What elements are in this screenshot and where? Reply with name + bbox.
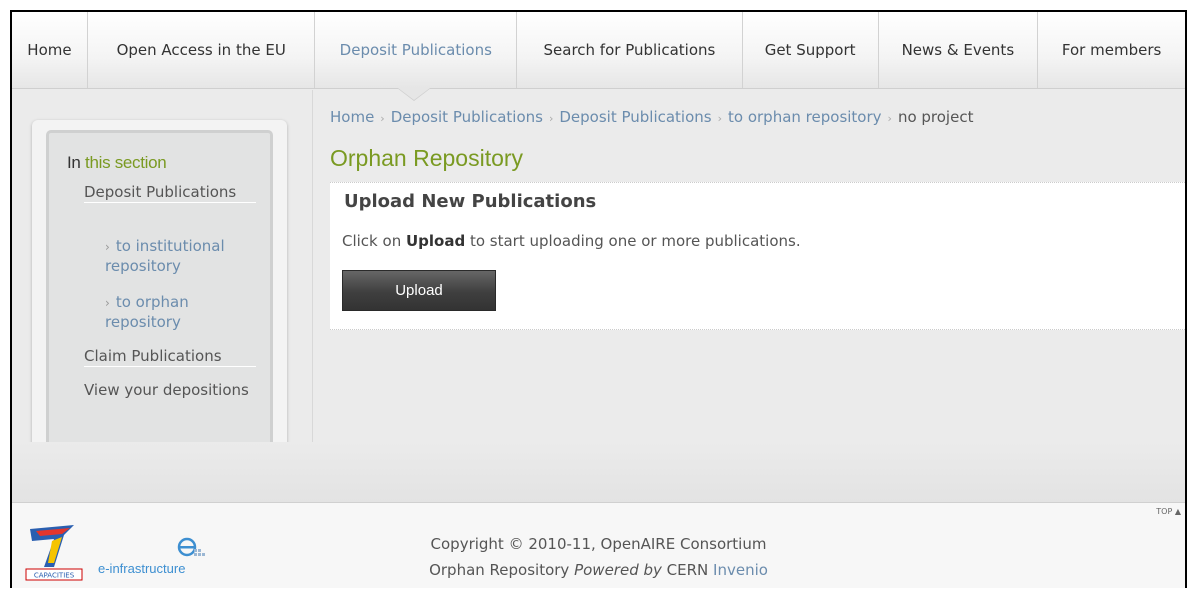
breadcrumb-separator-icon: › xyxy=(548,112,554,125)
sidebar-item-view-depositions[interactable]: View your depositions xyxy=(84,381,256,400)
browser-frame: Home Open Access in the EU Deposit Publi… xyxy=(10,10,1187,588)
upload-panel: Upload New Publications Click on Upload … xyxy=(330,182,1185,330)
nav-active-indicator xyxy=(398,88,430,100)
nav-deposit-publications[interactable]: Deposit Publications xyxy=(315,12,518,88)
sidebar-panel: In this section Deposit Publications › to… xyxy=(46,130,273,450)
powered-middle: CERN xyxy=(661,561,714,579)
sidebar-item-claim-publications[interactable]: Claim Publications xyxy=(84,347,256,367)
sidebar-item-label: to institutional repository xyxy=(105,237,225,275)
breadcrumb-separator-icon: › xyxy=(717,112,723,125)
sidebar-item-deposit-publications[interactable]: Deposit Publications xyxy=(84,183,256,203)
breadcrumb-current: no project xyxy=(897,108,974,126)
upload-button[interactable]: Upload xyxy=(342,270,496,311)
nav-for-members[interactable]: For members xyxy=(1038,12,1185,88)
instructions-bold: Upload xyxy=(405,232,466,250)
sidebar-title-prefix: In xyxy=(67,153,86,172)
breadcrumb-separator-icon: › xyxy=(380,112,385,125)
instructions-suffix: to start uploading one or more publicati… xyxy=(465,232,801,250)
nav-open-access[interactable]: Open Access in the EU xyxy=(88,12,316,88)
nav-search-publications[interactable]: Search for Publications xyxy=(517,12,743,88)
page-title: Orphan Repository xyxy=(330,145,524,171)
breadcrumb-orphan-repository[interactable]: to orphan repository xyxy=(728,108,882,126)
sidebar-item-orphan-repository[interactable]: › to orphan repository xyxy=(105,293,260,332)
instructions-prefix: Click on xyxy=(342,232,406,250)
breadcrumb: Home › Deposit Publications › Deposit Public… xyxy=(330,108,973,126)
chevron-right-icon: › xyxy=(105,296,110,310)
sidebar-item-label: Claim Publications xyxy=(84,347,222,365)
nav-news-events[interactable]: News & Events xyxy=(879,12,1039,88)
sidebar-item-institutional-repository[interactable]: › to institutional repository xyxy=(105,237,260,276)
upload-instructions: Click on Upload to start uploading one o… xyxy=(342,232,801,250)
powered-by-text: Orphan Repository Powered by CERN Inveni… xyxy=(12,557,1185,583)
footer: TOP ▲ CAPACITIES e-infrastructure Copyri… xyxy=(12,502,1185,588)
copyright-text: Copyright © 2010-11, OpenAIRE Consortium xyxy=(430,535,767,553)
sidebar: In this section Deposit Publications › to… xyxy=(32,120,287,460)
footer-copyright-block: Copyright © 2010-11, OpenAIRE Consortium… xyxy=(12,531,1185,583)
upload-heading: Upload New Publications xyxy=(344,191,597,212)
nav-get-support[interactable]: Get Support xyxy=(743,12,879,88)
powered-italic: Powered by xyxy=(574,561,662,579)
nav-home[interactable]: Home xyxy=(12,12,88,88)
invenio-link[interactable]: Invenio xyxy=(713,561,768,579)
sidebar-title-highlight: this section xyxy=(85,153,167,172)
column-divider xyxy=(312,90,313,480)
content-bottom-band xyxy=(12,442,1185,502)
top-navigation: Home Open Access in the EU Deposit Publi… xyxy=(12,12,1185,89)
breadcrumb-deposit-publications[interactable]: Deposit Publications xyxy=(391,108,543,126)
chevron-right-icon: › xyxy=(105,240,110,254)
breadcrumb-deposit-publications-2[interactable]: Deposit Publications xyxy=(559,108,711,126)
breadcrumb-home[interactable]: Home xyxy=(330,108,374,126)
sidebar-title: In this section xyxy=(67,153,167,173)
sidebar-item-label: Deposit Publications xyxy=(84,183,237,201)
back-to-top-link[interactable]: TOP ▲ xyxy=(1156,507,1181,516)
sidebar-item-label: View your depositions xyxy=(84,381,249,399)
breadcrumb-separator-icon: › xyxy=(887,112,892,125)
powered-prefix: Orphan Repository xyxy=(429,561,575,579)
sidebar-item-label: to orphan repository xyxy=(105,293,189,331)
